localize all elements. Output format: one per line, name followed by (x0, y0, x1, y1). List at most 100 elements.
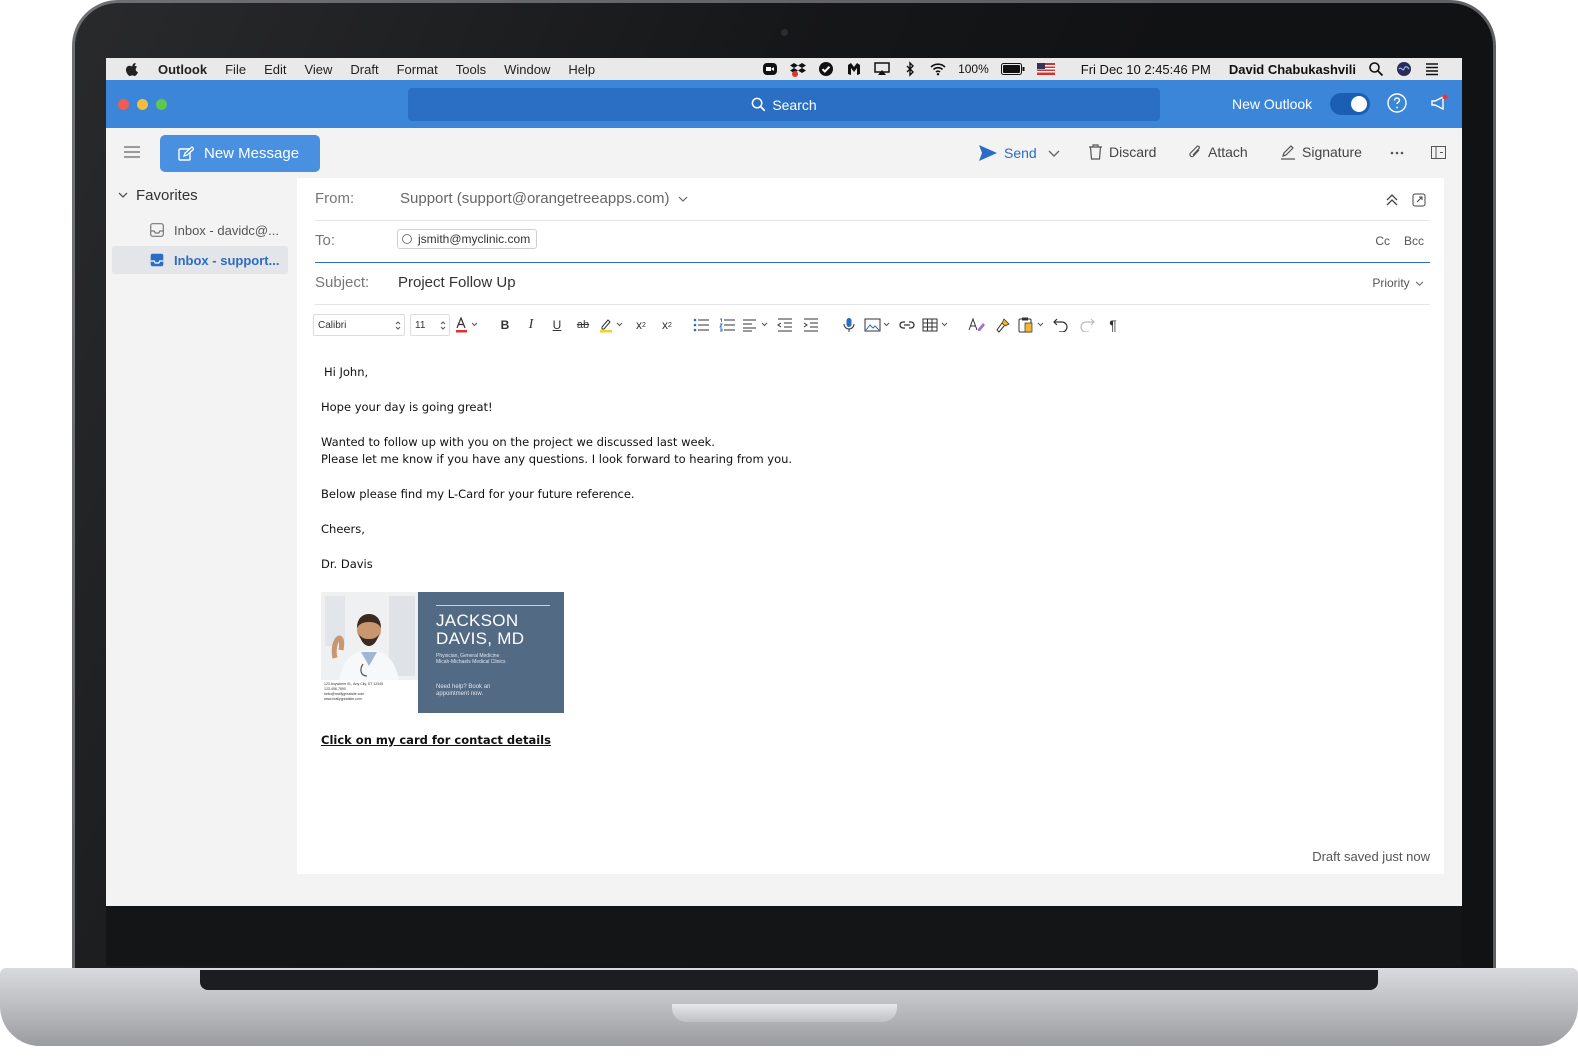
toggle-knob (1351, 96, 1367, 112)
card-cta-line2: appointment now. (436, 691, 484, 697)
from-selector[interactable]: Support (support@orangetreeapps.com) (400, 190, 688, 207)
help-icon[interactable] (1386, 92, 1408, 114)
dropbox-icon[interactable] (790, 61, 807, 77)
underline-button[interactable]: U (544, 314, 570, 336)
subject-input[interactable]: Project Follow Up (398, 274, 516, 291)
minimize-window-button[interactable] (137, 99, 148, 110)
card-contact-link[interactable]: Click on my card for contact details (321, 733, 551, 747)
siri-icon[interactable] (1396, 61, 1412, 77)
font-size-value: 11 (415, 319, 426, 331)
body-line: Please let me know if you have any quest… (321, 452, 793, 466)
show-formatting-button[interactable]: ¶ (1100, 314, 1126, 336)
increase-indent-button[interactable] (798, 314, 824, 336)
table-icon (922, 318, 948, 332)
close-window-button[interactable] (118, 99, 129, 110)
insert-picture-button[interactable] (862, 314, 894, 336)
send-button[interactable]: Send (978, 144, 1037, 162)
chevron-down-icon (118, 192, 128, 198)
control-center-icon[interactable] (1424, 61, 1440, 77)
font-color-button[interactable] (450, 314, 484, 336)
new-outlook-label: New Outlook (1232, 96, 1313, 112)
toggle-pane-icon[interactable] (1431, 146, 1446, 159)
discard-button[interactable]: Discard (1088, 144, 1156, 160)
menu-draft[interactable]: Draft (350, 62, 378, 77)
insert-link-button[interactable] (894, 314, 920, 336)
body-signature: Dr. Davis (321, 557, 373, 571)
numbering-button[interactable] (714, 314, 740, 336)
paintbrush-icon (996, 318, 1010, 333)
checkmark-badge-icon[interactable] (818, 61, 834, 77)
zoom-icon[interactable] (762, 61, 778, 77)
align-button[interactable] (740, 314, 772, 336)
paperclip-icon (1189, 145, 1200, 158)
wifi-icon[interactable] (930, 61, 946, 77)
menu-format[interactable]: Format (397, 62, 438, 77)
subscript-button[interactable]: x2 (654, 314, 680, 336)
new-outlook-toggle[interactable] (1330, 93, 1370, 115)
numbered-list-icon (719, 318, 735, 332)
cc-button[interactable]: Cc (1375, 234, 1390, 248)
message-body[interactable]: Hi John, Hope your day is going great! W… (321, 364, 1021, 573)
signature-button[interactable]: Signature (1280, 144, 1362, 160)
pop-out-icon[interactable] (1412, 193, 1426, 207)
font-name-select[interactable]: Calibri (313, 314, 405, 336)
search-bar[interactable]: Search (408, 88, 1160, 121)
font-size-select[interactable]: 11 (410, 314, 450, 336)
sidebar-item-inbox-support[interactable]: Inbox - support... (112, 246, 288, 274)
paste-button[interactable] (1016, 314, 1048, 336)
bcc-button[interactable]: Bcc (1404, 234, 1424, 248)
sidebar-item-inbox-davidc[interactable]: Inbox - davidc@... (112, 216, 288, 244)
priority-dropdown[interactable]: Priority (1372, 276, 1424, 290)
menu-window[interactable]: Window (504, 62, 550, 77)
insert-table-button[interactable] (920, 314, 952, 336)
folder-sidebar: Favorites Inbox - davidc@... Inbox - sup… (106, 178, 296, 906)
menu-edit[interactable]: Edit (264, 62, 286, 77)
superscript-button[interactable]: x2 (628, 314, 654, 336)
body-line: Wanted to follow up with you on the proj… (321, 435, 715, 449)
menu-tools[interactable]: Tools (456, 62, 486, 77)
menubar-user[interactable]: David Chabukashvili (1229, 62, 1356, 77)
spotlight-search-icon[interactable] (1368, 61, 1384, 77)
styles-button[interactable] (964, 314, 990, 336)
compose-pane: From: Support (support@orangetreeapps.co… (297, 178, 1444, 874)
card-name-line2: DAVIS, MD (436, 629, 525, 648)
to-label: To: (315, 232, 336, 249)
zoom-window-button[interactable] (156, 99, 167, 110)
italic-button[interactable]: I (518, 314, 544, 336)
decrease-indent-button[interactable] (772, 314, 798, 336)
battery-percent: 100% (958, 62, 989, 76)
webcam (781, 29, 788, 36)
more-options-icon[interactable] (1390, 151, 1404, 155)
malwarebytes-icon[interactable] (846, 61, 862, 77)
bullets-button[interactable] (688, 314, 714, 336)
highlight-button[interactable] (596, 314, 628, 336)
menu-view[interactable]: View (304, 62, 332, 77)
dictate-button[interactable] (836, 314, 862, 336)
menu-app-name[interactable]: Outlook (158, 62, 207, 77)
bluetooth-icon[interactable] (902, 61, 918, 77)
favorites-group[interactable]: Favorites (118, 187, 198, 204)
send-options-chevron-icon[interactable] (1048, 150, 1060, 158)
apple-icon[interactable] (126, 62, 140, 76)
airplay-icon[interactable] (874, 61, 890, 77)
bullet-list-icon (693, 318, 709, 332)
new-message-button[interactable]: New Message (160, 135, 320, 172)
redo-button[interactable] (1074, 314, 1100, 336)
us-flag-icon[interactable] (1036, 63, 1055, 75)
feedback-megaphone-icon[interactable] (1428, 92, 1450, 114)
menu-file[interactable]: File (225, 62, 246, 77)
format-painter-button[interactable] (990, 314, 1016, 336)
priority-label: Priority (1372, 276, 1410, 290)
menu-help[interactable]: Help (568, 62, 595, 77)
menubar-clock[interactable]: Fri Dec 10 2:45:46 PM (1081, 62, 1211, 77)
bold-button[interactable]: B (492, 314, 518, 336)
menu-hamburger-icon[interactable] (124, 146, 140, 158)
collapse-header-icon[interactable] (1386, 194, 1398, 206)
recipient-chip[interactable]: jsmith@myclinic.com (397, 229, 538, 249)
attach-button[interactable]: Attach (1188, 144, 1248, 160)
subject-row: Subject: Project Follow Up Priority (315, 264, 1430, 305)
undo-button[interactable] (1048, 314, 1074, 336)
business-card-image[interactable]: 123 Anywhere St., Any City, ST 12345 123… (321, 592, 564, 713)
strikethrough-button[interactable]: ab (570, 314, 596, 336)
battery-icon[interactable] (1000, 63, 1025, 75)
